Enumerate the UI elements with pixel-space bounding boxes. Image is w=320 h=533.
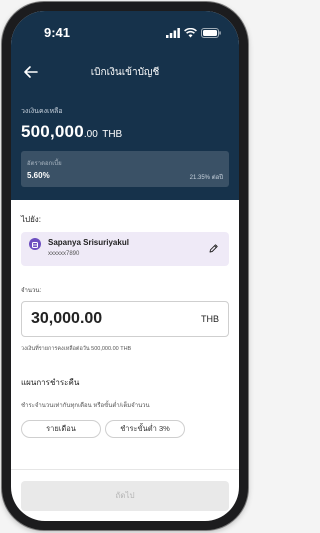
status-bar: 9:41 — [11, 11, 239, 51]
annual-rate: 21.35% ต่อปี — [189, 175, 223, 181]
wifi-icon — [184, 28, 197, 38]
status-icons — [166, 27, 221, 39]
balance-decimals: .00 — [83, 129, 98, 140]
balance-amount: 500,000.00 THB — [21, 122, 122, 142]
nav-bar: เบิกเงินเข้าบัญชี — [11, 61, 239, 85]
header-panel: 9:41 เบิกเงินเข้าบัญชี วงเงินคงเหลือ 500… — [11, 11, 239, 200]
footer-divider — [11, 469, 239, 470]
phone-frame: 9:41 เบิกเงินเข้าบัญชี วงเงินคงเหลือ 500… — [2, 2, 248, 530]
plan-option-monthly[interactable]: รายเดือน — [21, 420, 101, 438]
rate-value: 5.60% — [27, 171, 50, 180]
recipient-card[interactable]: Sapanya Srisuriyakul xxxxxx7890 — [21, 232, 229, 266]
recipient-account: xxxxxx7890 — [48, 251, 80, 257]
balance-value: 500,000 — [21, 122, 84, 141]
amount-label: จำนวน: — [21, 288, 42, 294]
rate-label: อัตราดอกเบี้ย — [27, 161, 62, 167]
edit-pencil-icon[interactable] — [208, 243, 219, 254]
signal-icon — [166, 28, 180, 38]
amount-currency: THB — [201, 314, 219, 324]
next-button[interactable]: ถัดไป — [21, 481, 229, 511]
repayment-plan-title: แผนการชำระคืน — [21, 378, 80, 387]
plan-option-minimum[interactable]: ชำระขั้นต่ำ 3% — [105, 420, 185, 438]
status-time: 9:41 — [44, 25, 71, 40]
amount-value: 30,000.00 — [31, 310, 103, 327]
recipient-section-label: ไปยัง: — [21, 215, 41, 224]
app-screen: 9:41 เบิกเงินเข้าบัญชี วงเงินคงเหลือ 500… — [11, 11, 239, 521]
balance-currency: THB — [102, 129, 123, 140]
recipient-name: Sapanya Srisuriyakul — [48, 238, 129, 247]
interest-rate-card: อัตราดอกเบี้ย 5.60% 21.35% ต่อปี — [21, 151, 229, 187]
battery-icon — [201, 28, 221, 38]
repayment-plan-description: ชำระจำนวนเท่ากันทุกเดือน หรือขั้นต่ำ/เต็… — [21, 403, 150, 409]
amount-hint: วงเงินที่รายการคงเหลือต่อวัน 500,000.00 … — [21, 346, 132, 352]
amount-input[interactable]: 30,000.00 THB — [21, 301, 229, 337]
balance-label: วงเงินคงเหลือ — [21, 108, 63, 115]
bank-avatar-icon — [29, 238, 41, 250]
page-title: เบิกเงินเข้าบัญชี — [90, 67, 160, 78]
